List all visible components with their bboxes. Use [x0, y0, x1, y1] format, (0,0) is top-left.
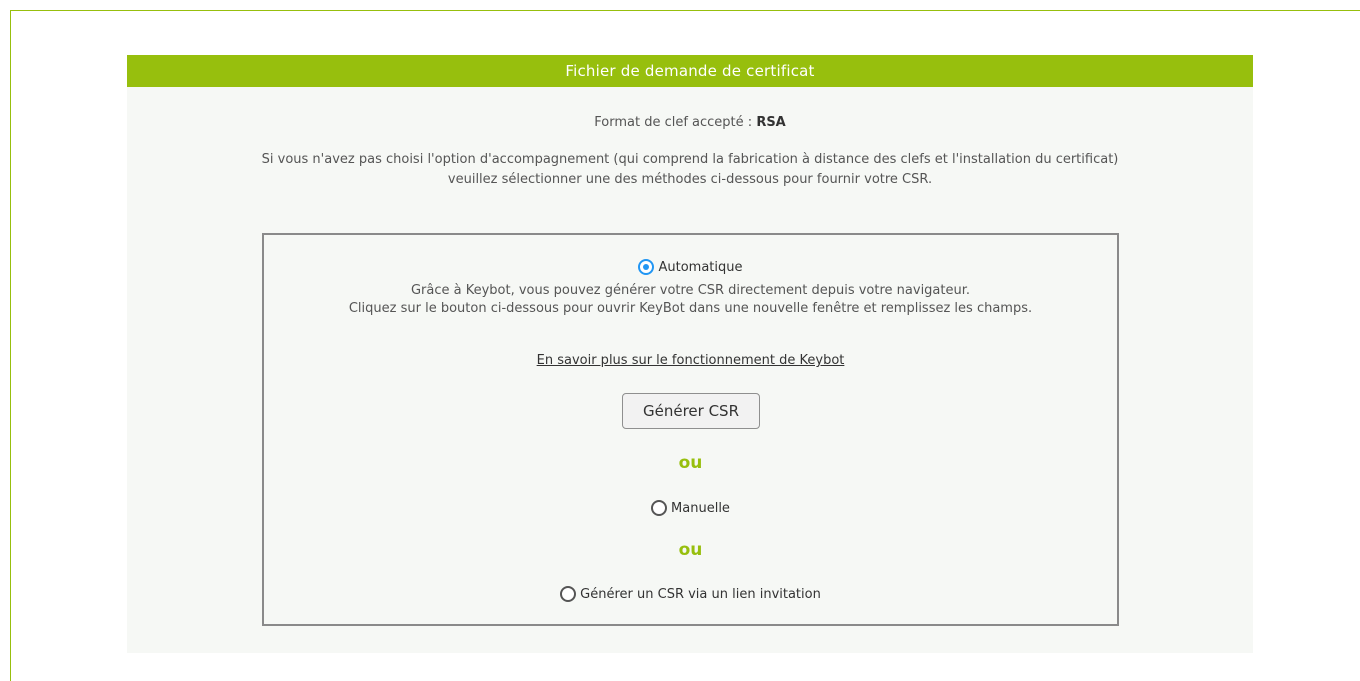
automatic-label: Automatique: [658, 259, 743, 275]
manual-label: Manuelle: [671, 500, 730, 516]
methods-box: Automatique Grâce à Keybot, vous pouvez …: [262, 233, 1119, 626]
separator-ou-2: ou: [678, 540, 703, 560]
intro-line-2: veuillez sélectionner une des méthodes c…: [447, 172, 933, 187]
csr-panel: Fichier de demande de certificat Format …: [127, 55, 1253, 653]
automatic-desc-line-2: Cliquez sur le bouton ci-dessous pour ou…: [348, 301, 1033, 316]
manual-radio[interactable]: [651, 500, 668, 516]
intro-line-1: Si vous n'avez pas choisi l'option d'acc…: [261, 152, 1119, 167]
intro-text: Si vous n'avez pas choisi l'option d'acc…: [107, 150, 1273, 190]
automatic-description: Grâce à Keybot, vous pouvez générer votr…: [264, 282, 1117, 318]
generate-csr-button[interactable]: Générer CSR: [622, 393, 760, 429]
option-automatic[interactable]: Automatique: [264, 259, 1117, 275]
automatic-desc-line-1: Grâce à Keybot, vous pouvez générer votr…: [410, 283, 971, 298]
key-format-label: Format de clef accepté :: [594, 115, 753, 130]
key-format-info: Format de clef accepté : RSA: [127, 115, 1253, 130]
learn-more-link[interactable]: En savoir plus sur le fonctionnement de …: [264, 353, 1117, 368]
option-manual[interactable]: Manuelle: [264, 500, 1117, 516]
invite-radio[interactable]: [560, 586, 577, 602]
automatic-radio[interactable]: [638, 259, 655, 275]
invite-label: Générer un CSR via un lien invitation: [580, 586, 821, 602]
option-invite-link[interactable]: Générer un CSR via un lien invitation: [264, 586, 1117, 602]
separator-ou-1: ou: [678, 453, 703, 473]
panel-header: Fichier de demande de certificat: [127, 55, 1253, 87]
key-format-value: RSA: [756, 115, 786, 130]
